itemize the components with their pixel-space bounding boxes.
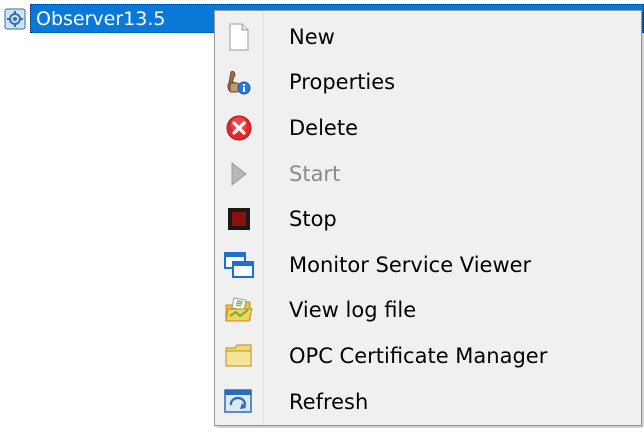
- menu-item-monitor-service-viewer[interactable]: Monitor Service Viewer: [215, 242, 641, 288]
- menu-item-start[interactable]: Start: [215, 151, 641, 197]
- refresh-icon: [215, 379, 263, 424]
- delete-icon: [215, 105, 263, 150]
- menu-label-new: New: [289, 24, 335, 49]
- menu-label-monitor-service-viewer: Monitor Service Viewer: [289, 252, 532, 277]
- menu-list: New Properties Delete Start Stop Monitor…: [215, 14, 641, 424]
- menu-item-stop[interactable]: Stop: [215, 196, 641, 242]
- menu-label-view-log-file: View log file: [289, 298, 417, 323]
- menu-item-new[interactable]: New: [215, 14, 641, 60]
- menu-label-stop: Stop: [289, 207, 337, 232]
- open-folder-icon: [215, 288, 263, 333]
- stop-icon: [215, 197, 263, 242]
- screen: Observer13.5 New Properties Delete Start…: [0, 0, 644, 428]
- menu-item-refresh[interactable]: Refresh: [215, 379, 641, 425]
- menu-item-properties[interactable]: Properties: [215, 60, 641, 106]
- windows-icon: [215, 242, 263, 287]
- menu-label-opc-certificate-manager: OPC Certificate Manager: [289, 343, 548, 368]
- new-document-icon: [215, 14, 263, 59]
- menu-label-delete: Delete: [289, 115, 358, 140]
- menu-label-refresh: Refresh: [289, 389, 369, 414]
- menu-label-properties: Properties: [289, 70, 396, 95]
- context-menu: New Properties Delete Start Stop Monitor…: [214, 10, 642, 426]
- menu-item-delete[interactable]: Delete: [215, 105, 641, 151]
- menu-label-start: Start: [289, 161, 341, 186]
- menu-item-opc-certificate-manager[interactable]: OPC Certificate Manager: [215, 333, 641, 379]
- properties-icon: [215, 60, 263, 105]
- folder-icon: [215, 333, 263, 378]
- play-icon: [215, 151, 263, 196]
- service-gear-icon: [0, 4, 30, 33]
- menu-item-view-log-file[interactable]: View log file: [215, 288, 641, 334]
